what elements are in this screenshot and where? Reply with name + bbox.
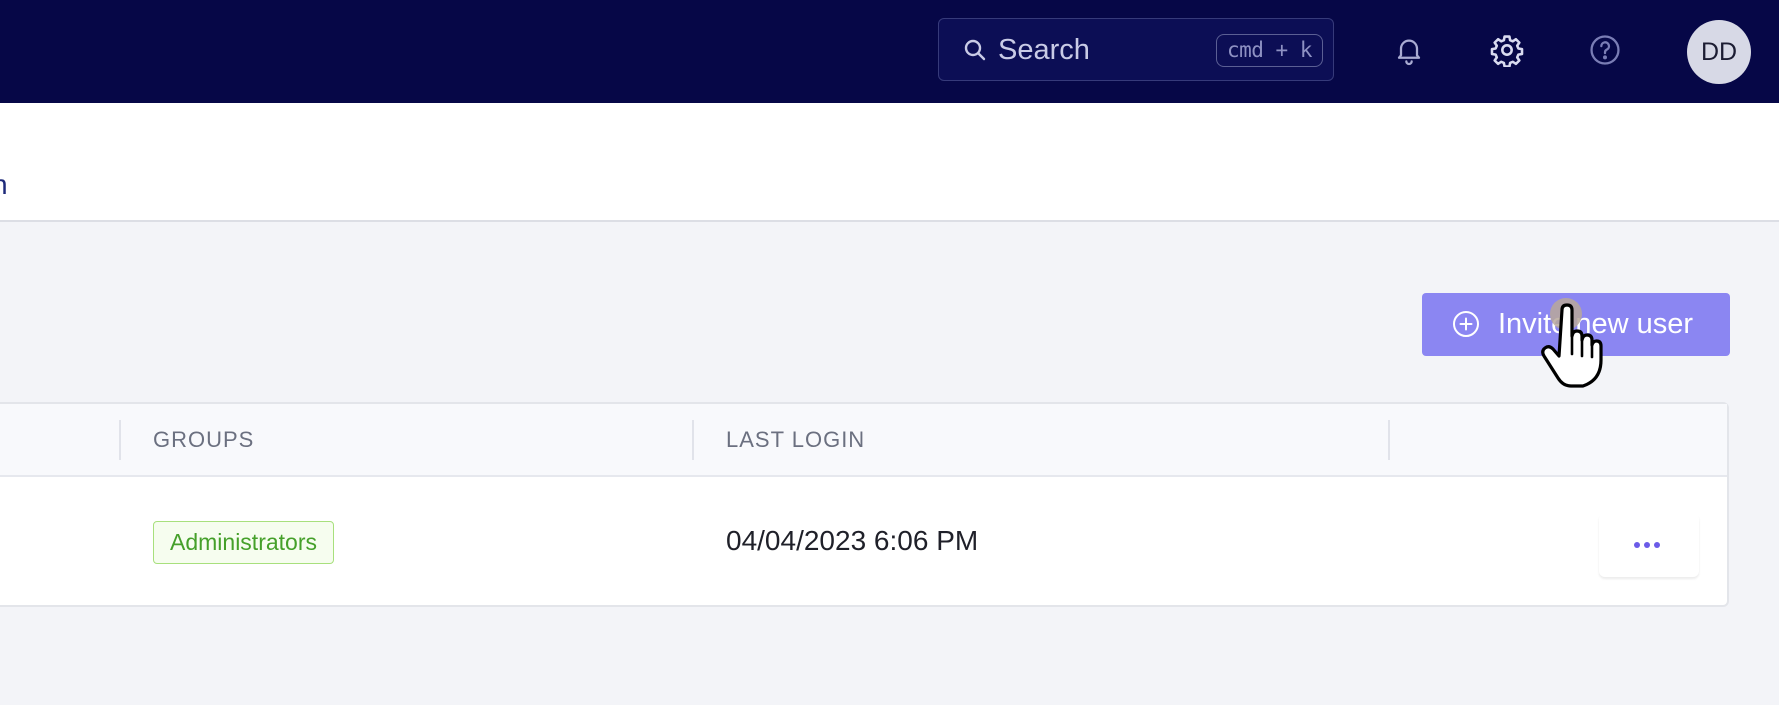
help-button[interactable] bbox=[1585, 30, 1625, 70]
column-header-groups[interactable]: GROUPS bbox=[153, 427, 254, 453]
column-divider bbox=[119, 420, 121, 460]
tab-label-fragment[interactable]: n bbox=[0, 169, 8, 201]
last-login-value: 04/04/2023 6:06 PM bbox=[726, 525, 979, 556]
search-icon bbox=[964, 39, 986, 61]
page-subheader: n bbox=[0, 103, 1779, 222]
group-badge: Administrators bbox=[153, 521, 334, 564]
search-placeholder: Search bbox=[998, 34, 1090, 66]
plus-circle-icon bbox=[1453, 311, 1479, 337]
top-navigation-bar: Search cmd + k DD bbox=[0, 0, 1779, 103]
search-field[interactable]: Search cmd + k bbox=[938, 18, 1334, 81]
bell-icon bbox=[1397, 39, 1421, 66]
column-divider bbox=[692, 420, 694, 460]
search-shortcut-hint: cmd + k bbox=[1215, 34, 1323, 67]
users-table: GROUPS LAST LOGIN Administrators 04/04/2… bbox=[0, 402, 1729, 607]
user-avatar[interactable]: DD bbox=[1687, 20, 1751, 84]
more-options-icon bbox=[1634, 542, 1660, 548]
column-divider bbox=[1388, 420, 1390, 460]
settings-button[interactable] bbox=[1487, 30, 1527, 70]
table-header: GROUPS LAST LOGIN bbox=[0, 404, 1727, 477]
row-actions-button[interactable] bbox=[1599, 513, 1699, 577]
column-header-last-login[interactable]: LAST LOGIN bbox=[726, 427, 865, 453]
invite-button-label: Invite new user bbox=[1498, 308, 1694, 340]
help-circle-icon bbox=[1590, 35, 1620, 65]
notifications-button[interactable] bbox=[1389, 30, 1429, 70]
invite-new-user-button[interactable]: Invite new user bbox=[1422, 293, 1730, 356]
gear-icon bbox=[1490, 35, 1524, 67]
